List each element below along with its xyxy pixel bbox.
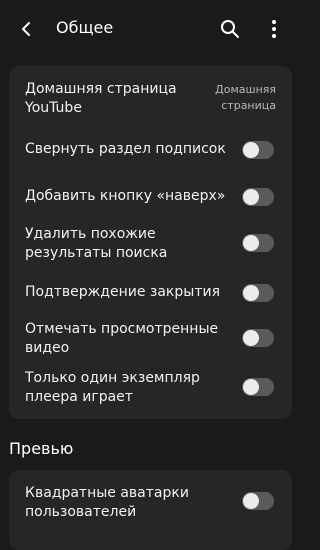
more-vert-icon bbox=[272, 20, 276, 38]
single-player-toggle[interactable] bbox=[242, 378, 274, 396]
setting-row-scroll-top-button[interactable]: Добавить кнопку «наверх» bbox=[9, 185, 292, 209]
remove-related-results-toggle[interactable] bbox=[242, 234, 274, 252]
toggle-knob bbox=[243, 142, 259, 158]
search-button[interactable] bbox=[218, 17, 242, 41]
setting-label: Отмечать просмотренные видео bbox=[25, 321, 219, 356]
setting-row-mark-watched[interactable]: Отмечать просмотренные видео bbox=[9, 320, 292, 360]
page-title: Общее bbox=[56, 18, 114, 37]
confirm-exit-toggle[interactable] bbox=[242, 284, 274, 302]
general-settings-card: Домашняя страница YouTube Домашняя стран… bbox=[9, 66, 292, 419]
square-avatars-toggle[interactable] bbox=[242, 492, 274, 510]
section-title-preview: Превью bbox=[9, 439, 74, 458]
homepage-value: Домашняя страница bbox=[215, 83, 276, 112]
setting-label: Свернуть раздел подписок bbox=[25, 141, 226, 157]
search-icon bbox=[221, 20, 239, 38]
homepage-row[interactable]: Домашняя страница YouTube Домашняя стран… bbox=[9, 80, 292, 120]
scroll-top-button-toggle[interactable] bbox=[242, 188, 274, 206]
setting-label: Удалить похожие результаты поиска bbox=[25, 226, 168, 261]
setting-row-single-player[interactable]: Только один экземпляр плеера играет bbox=[9, 369, 292, 409]
more-options-button[interactable] bbox=[262, 17, 286, 41]
toggle-knob bbox=[243, 235, 259, 251]
setting-label: Добавить кнопку «наверх» bbox=[25, 188, 226, 204]
collapse-subscriptions-toggle[interactable] bbox=[242, 141, 274, 159]
back-arrow-icon bbox=[22, 22, 30, 36]
setting-row-collapse-subscriptions[interactable]: Свернуть раздел подписок bbox=[9, 138, 292, 162]
setting-label: Подтверждение закрытия bbox=[25, 284, 220, 300]
toggle-knob bbox=[243, 285, 259, 301]
toggle-knob bbox=[243, 189, 259, 205]
preview-settings-card: Квадратные аватарки пользователей bbox=[9, 470, 292, 550]
toggle-knob bbox=[243, 330, 259, 346]
setting-label: Квадратные аватарки пользователей bbox=[25, 485, 189, 520]
setting-row-confirm-exit[interactable]: Подтверждение закрытия bbox=[9, 281, 292, 305]
setting-row-square-avatars[interactable]: Квадратные аватарки пользователей bbox=[9, 484, 292, 524]
toggle-knob bbox=[243, 379, 259, 395]
setting-label: Только один экземпляр плеера играет bbox=[25, 370, 200, 405]
mark-watched-toggle[interactable] bbox=[242, 329, 274, 347]
setting-row-remove-related-results[interactable]: Удалить похожие результаты поиска bbox=[9, 225, 292, 265]
toggle-knob bbox=[243, 493, 259, 509]
top-app-bar: Общее bbox=[0, 0, 300, 58]
back-button[interactable] bbox=[14, 17, 38, 41]
